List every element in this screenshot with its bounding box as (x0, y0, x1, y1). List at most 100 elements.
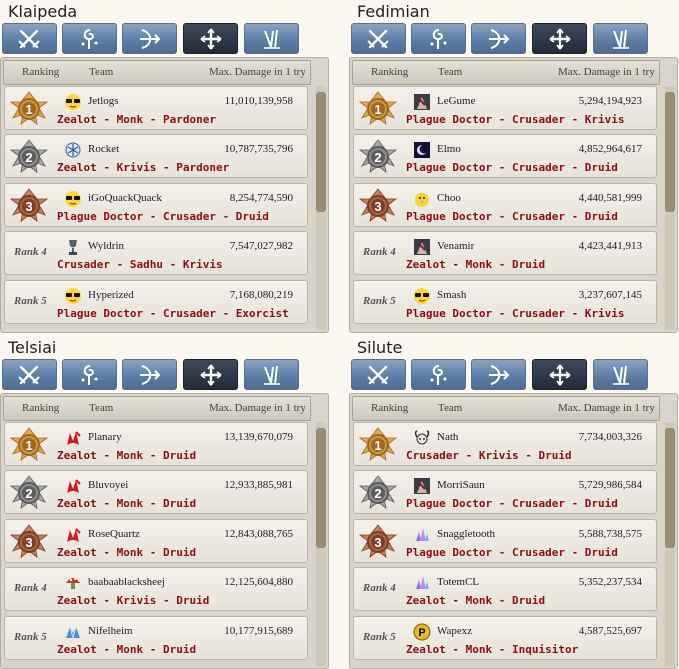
ranking-row[interactable]: 3 Snaggletooth 5,588,738,575 Plague Doctor … (353, 519, 657, 563)
team-composition: Zealot - Monk - Pardoner (57, 113, 216, 126)
tab-cleric[interactable] (183, 359, 238, 390)
svg-text:1: 1 (25, 102, 32, 117)
team-name: Planary (88, 431, 122, 443)
tab-cleric[interactable] (532, 23, 587, 54)
tab-scout[interactable] (593, 23, 648, 54)
tab-archer[interactable] (471, 23, 526, 54)
team-composition: Plague Doctor - Crusader - Krivis (406, 307, 625, 320)
ranking-row[interactable]: 1 Planary 13,139,670,079 Zealot - Monk - Dr… (4, 422, 308, 466)
header-ranking: Ranking (22, 66, 60, 78)
scrollbar-thumb[interactable] (316, 428, 326, 548)
chick-icon (415, 193, 429, 207)
tab-scout[interactable] (244, 23, 299, 54)
crossed-swords-icon (18, 29, 40, 49)
team-name: Smash (437, 289, 467, 301)
team-name: RoseQuartz (88, 528, 140, 540)
max-damage: 13,139,670,079 (224, 431, 293, 443)
team-name: Rocket (88, 143, 120, 155)
svg-text:1: 1 (25, 438, 32, 453)
tab-swords[interactable] (2, 359, 57, 390)
tab-wizard[interactable] (62, 23, 117, 54)
team-composition: Zealot - Monk - Druid (57, 497, 197, 510)
tab-scout[interactable] (244, 359, 299, 390)
rank-label: Rank 5 (14, 631, 47, 643)
scrollbar-track[interactable] (665, 422, 675, 666)
scrollbar-track[interactable] (316, 86, 326, 330)
team-composition: Crusader - Krivis - Druid (406, 449, 572, 462)
tab-swords[interactable] (351, 359, 406, 390)
ranking-row[interactable]: 2 MorriSaun 5,729,986,584 Plague Doctor - C… (353, 470, 657, 514)
ranking-row[interactable]: 2 Bluvoyei 12,933,885,981 Zealot - Monk - D… (4, 470, 308, 514)
sunglasses-emoji-icon (65, 288, 81, 304)
character-portrait-icon (414, 94, 430, 110)
team-composition: Plague Doctor - Crusader - Druid (406, 497, 618, 510)
scrollbar-track[interactable] (316, 422, 326, 666)
ranking-row[interactable]: Rank 5 Smash 3,237,607,145 Plague Doctor - … (353, 280, 657, 324)
team-name: Snaggletooth (437, 528, 496, 540)
header-ranking: Ranking (371, 402, 409, 414)
sunglasses-emoji-icon (414, 288, 430, 304)
ranking-row[interactable]: 3 Choo 4,440,581,999 Plague Doctor - Crusad… (353, 183, 657, 227)
tab-archer[interactable] (122, 359, 177, 390)
ranking-row[interactable]: 3 RoseQuartz 12,843,088,765 Zealot - Monk -… (4, 519, 308, 563)
scrollbar-thumb[interactable] (665, 92, 675, 212)
tab-archer[interactable] (122, 23, 177, 54)
tab-swords[interactable] (2, 23, 57, 54)
server-title: Klaipeda (8, 2, 78, 21)
scrollbar-track[interactable] (665, 86, 675, 330)
ranking-row[interactable]: 1 Jetlogs 11,010,139,958 Zealot - Monk - Pa… (4, 86, 308, 130)
tab-cleric[interactable] (183, 23, 238, 54)
scrollbar-thumb[interactable] (316, 92, 326, 212)
ranking-row[interactable]: Rank 4 Venamir 4,423,441,913 Zealot - Monk … (353, 231, 657, 275)
svg-text:2: 2 (25, 150, 32, 165)
tab-wizard[interactable] (411, 359, 466, 390)
ranking-row[interactable]: Rank 4 Wyldrin 7,547,027,982 Crusader - Sad… (4, 231, 308, 275)
cleric-cross-icon (549, 28, 571, 50)
horned-skull-icon (414, 430, 430, 445)
team-name: Jetlogs (88, 95, 119, 107)
ranking-row[interactable]: 2 Elmo 4,852,964,617 Plague Doctor - Crusad… (353, 134, 657, 178)
tab-archer[interactable] (471, 359, 526, 390)
bow-icon (489, 365, 510, 385)
rank-label: Rank 4 (14, 246, 47, 258)
team-name: Wyldrin (88, 240, 124, 252)
ranking-header: Ranking Team Max. Damage in 1 try (3, 396, 311, 421)
max-damage: 12,843,088,765 (224, 528, 293, 540)
ranking-panel: Ranking Team Max. Damage in 1 try 1 LeGume 5,… (349, 57, 678, 333)
ranking-row[interactable]: Rank 5 Hyperized 7,168,080,219 Plague Docto… (4, 280, 308, 324)
team-name: Hyperized (88, 289, 134, 301)
team-composition: Plague Doctor - Crusader - Druid (406, 210, 618, 223)
ranking-row[interactable]: Rank 5 P Wapexz 4,587,525,697 Zealot - Monk … (353, 616, 657, 660)
ranking-row[interactable]: 3 iGoQuackQuack 8,254,774,590 Plague Doctor… (4, 183, 308, 227)
snowflake-badge-icon (65, 142, 81, 158)
ranking-header: Ranking Team Max. Damage in 1 try (3, 60, 311, 85)
team-composition: Crusader - Sadhu - Krivis (57, 258, 223, 271)
tab-wizard[interactable] (62, 359, 117, 390)
ranking-panel: Ranking Team Max. Damage in 1 try 1 Planary 1… (0, 393, 329, 669)
rank-label: Rank 5 (363, 631, 396, 643)
ranking-row[interactable]: 2 Rocket 10,787,735,796 Zealot - Krivis - P… (4, 134, 308, 178)
sunglasses-emoji-icon (65, 94, 81, 110)
max-damage: 4,423,441,913 (578, 240, 642, 252)
scout-dagger-icon (264, 365, 280, 385)
ranking-row[interactable]: 1 Nath 7,734,003,326 Crusader - Krivis - Dr… (353, 422, 657, 466)
header-ranking: Ranking (371, 66, 409, 78)
red-dragon-icon (67, 479, 81, 493)
tab-scout[interactable] (593, 359, 648, 390)
tab-wizard[interactable] (411, 23, 466, 54)
ranking-row[interactable]: Rank 4 TotemCL 5,352,237,534 Zealot - Monk … (353, 567, 657, 611)
max-damage: 7,168,080,219 (229, 289, 293, 301)
wizard-swirl-icon (430, 365, 447, 385)
tab-cleric[interactable] (532, 359, 587, 390)
crossed-swords-icon (367, 365, 389, 385)
scrollbar-thumb[interactable] (665, 428, 675, 548)
ranking-row[interactable]: Rank 4 baabaablacksheej 12,125,604,880 Zeal… (4, 567, 308, 611)
ranking-row[interactable]: 1 LeGume 5,294,194,923 Plague Doctor - Crus… (353, 86, 657, 130)
ranking-row[interactable]: Rank 5 Nifelheim 10,177,915,689 Zealot - Mo… (4, 616, 308, 660)
trophy-icon (69, 240, 77, 255)
tab-swords[interactable] (351, 23, 406, 54)
svg-text:1: 1 (374, 102, 381, 117)
team-composition: Zealot - Monk - Druid (406, 258, 546, 271)
header-team: Team (89, 402, 114, 414)
bow-icon (140, 29, 161, 49)
